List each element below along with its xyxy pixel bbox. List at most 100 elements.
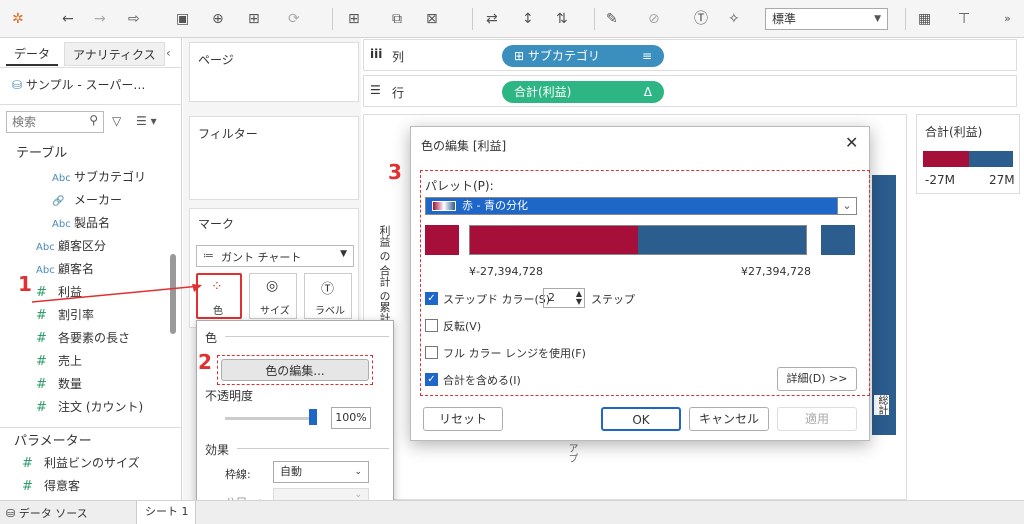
chevron-down-icon: ▼ (340, 249, 347, 259)
rows-pill[interactable]: 合計(利益) Δ (502, 81, 664, 103)
refresh-icon[interactable]: ⟳ (288, 9, 300, 29)
step-count-stepper[interactable]: 2 ▲ ▼ (543, 288, 585, 308)
field-item[interactable]: # 数量 (36, 373, 82, 395)
opacity-slider[interactable] (225, 417, 315, 420)
sort-asc-icon[interactable]: ↕ (522, 9, 534, 29)
apply-button[interactable]: 適用 (777, 407, 857, 431)
sheet-tabs-bar: ⛁ データ ソース シート 1 (0, 500, 1024, 524)
palette-swatch (432, 201, 456, 211)
filter-icon[interactable]: ▽ (112, 114, 121, 128)
field-item[interactable]: # 売上 (36, 350, 82, 372)
sort-desc-icon[interactable]: ⇅ (556, 9, 568, 29)
rows-shelf[interactable]: ☰ 行 合計(利益) Δ (363, 75, 1017, 107)
datasource-icon: ⛁ (12, 78, 23, 92)
pin-icon[interactable]: ✧ (728, 9, 740, 29)
full-range-checkbox[interactable] (425, 346, 438, 359)
end-color-swatch[interactable] (821, 225, 855, 255)
swap-axes-icon[interactable]: ⇄ (486, 9, 498, 29)
details-button[interactable]: 詳細(D) >> (777, 367, 857, 391)
legend-blue (969, 151, 1013, 167)
field-item[interactable]: # 注文 (カウント) (36, 396, 143, 418)
delta-icon: Δ (643, 85, 652, 99)
highlight-icon[interactable]: ✎ (606, 9, 618, 29)
sheet-tab[interactable]: シート 1 (136, 501, 196, 524)
field-item[interactable]: 🔗 メーカー (52, 189, 122, 211)
cancel-button[interactable]: キャンセル (689, 407, 769, 431)
filters-shelf[interactable]: フィルター (189, 116, 359, 200)
ok-button[interactable]: OK (601, 407, 681, 431)
tableau-logo-icon[interactable]: ✲ (12, 9, 24, 29)
reset-button[interactable]: リセット (423, 407, 503, 431)
presentation-icon[interactable]: ⊤ (958, 9, 970, 29)
sort-icon: ≡ (641, 49, 652, 63)
view-options-icon[interactable]: ☰ ▾ (136, 114, 157, 128)
fit-select[interactable]: 標準 ▼ (765, 8, 888, 30)
group-icon[interactable]: ⊘ (648, 9, 660, 29)
label-button[interactable]: Ⓣ ラベル (304, 273, 352, 319)
number-icon: # (36, 377, 47, 392)
color-legend[interactable]: 合計(利益) -27M 27M (916, 114, 1020, 194)
dialog-title: 色の編集 [利益] (421, 139, 507, 153)
size-button[interactable]: ◎ サイズ (249, 273, 297, 319)
color-ramp (469, 225, 807, 255)
columns-shelf[interactable]: iii 列 ⊞ サブカテゴリ ≡ (363, 39, 1017, 71)
start-color-swatch[interactable] (425, 225, 459, 255)
pages-shelf[interactable]: ページ (189, 42, 359, 102)
field-item[interactable]: Abc 製品名 (52, 212, 110, 234)
parameter-item[interactable]: # 得意客 (22, 475, 80, 497)
pause-update-icon[interactable]: ⊞ (248, 9, 260, 29)
opacity-slider-thumb[interactable] (309, 409, 317, 425)
reverse-checkbox[interactable] (425, 319, 438, 332)
opacity-input[interactable]: 100% (331, 407, 371, 429)
clear-sheet-icon[interactable]: ⊠ (426, 9, 438, 29)
number-icon: # (22, 456, 33, 471)
search-input[interactable] (7, 112, 77, 132)
tab-analytics[interactable]: アナリティクス (64, 42, 165, 66)
border-select[interactable]: 自動 ⌄ (273, 461, 369, 483)
new-sheet-icon[interactable]: ⊞ (348, 9, 360, 29)
duplicate-icon[interactable]: ⧉ (392, 9, 402, 29)
datasource-item[interactable]: ⛁ サンプル - スーパー… (12, 74, 145, 96)
datasource-tab[interactable]: ⛁ データ ソース (6, 505, 88, 521)
show-me-icon[interactable]: ▦ (918, 9, 931, 29)
field-item[interactable]: Abc サブカテゴリ (52, 166, 146, 188)
palette-select[interactable]: 赤 - 青の分化 ⌄ (425, 197, 857, 215)
close-icon[interactable]: ✕ (845, 133, 858, 152)
undo-icon[interactable]: ← (62, 9, 74, 29)
text-field-icon: Abc (36, 265, 55, 276)
stepped-checkbox[interactable]: ✓ (425, 292, 438, 305)
edit-colors-dialog: 色の編集 [利益] ✕ パレット(P): 赤 - 青の分化 ⌄ ¥-27,394… (410, 126, 870, 441)
label-icon[interactable]: Ⓣ (694, 9, 708, 29)
field-item[interactable]: Abc 顧客名 (36, 258, 94, 280)
swap-icon[interactable]: ⇨ (128, 9, 140, 29)
number-icon: # (36, 331, 47, 346)
search-icon: ⚲ (89, 113, 98, 127)
stepper-arrows-icon[interactable]: ▲ ▼ (576, 290, 582, 306)
new-datasource-icon[interactable]: ⊕ (212, 9, 224, 29)
text-field-icon: Abc (52, 173, 71, 184)
datasource-icon: ⛁ (6, 507, 19, 520)
save-icon[interactable]: ▣ (176, 9, 189, 29)
mark-type-select[interactable]: ≔ ガント チャート ▼ (196, 245, 354, 267)
parameters-header: パラメーター (14, 434, 92, 449)
gantt-icon: ≔ (203, 249, 214, 262)
field-item[interactable]: Abc 顧客区分 (36, 235, 106, 257)
include-totals-checkbox[interactable]: ✓ (425, 373, 438, 386)
x-axis-label: アプ (566, 443, 577, 463)
table-header: テーブル (16, 146, 68, 161)
collapse-icon[interactable]: ‹ (166, 46, 171, 60)
columns-pill[interactable]: ⊞ サブカテゴリ ≡ (502, 45, 664, 67)
data-pane: データ アナリティクス ‹ ⛁ サンプル - スーパー… ⚲ ▽ ☰ ▾ テーブ… (0, 38, 182, 500)
search-box[interactable]: ⚲ (6, 111, 104, 133)
field-item[interactable]: # 各要素の長さ (36, 327, 130, 349)
chevron-down-icon: ⌄ (354, 490, 362, 500)
rows-icon: ☰ (370, 83, 381, 97)
tab-data[interactable]: データ (6, 42, 59, 66)
y-axis-title: 利益 の 合計 の累計 (378, 225, 391, 324)
parameter-item[interactable]: # 利益ビンのサイズ (22, 452, 140, 474)
text-field-icon: Abc (52, 219, 71, 230)
more-icon[interactable]: » (1004, 9, 1011, 29)
number-icon: # (36, 400, 47, 415)
redo-icon[interactable]: → (94, 9, 106, 29)
annotation-arrow (31, 284, 202, 303)
